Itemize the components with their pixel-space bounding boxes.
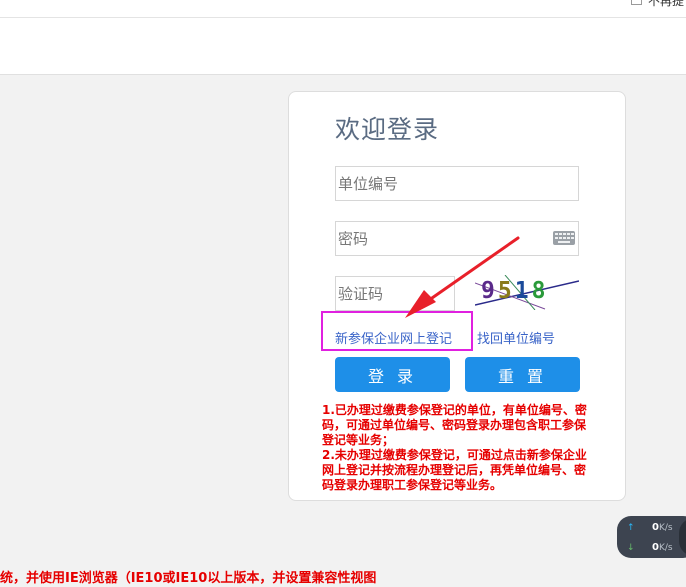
password-input[interactable]	[335, 221, 579, 256]
captcha-digit-1: 9	[481, 278, 498, 304]
upload-arrow-icon: ↑	[627, 523, 635, 533]
network-speed-widget[interactable]: ↑ 0K/s ↓ 0K/s	[617, 516, 686, 558]
captcha-image[interactable]: 9518	[475, 275, 579, 310]
upload-speed-unit: K/s	[659, 523, 673, 533]
captcha-digit-3: 1	[514, 278, 532, 304]
retrieve-unit-number-link[interactable]: 找回单位编号	[477, 328, 555, 347]
new-registration-link[interactable]: 新参保企业网上登记	[335, 328, 452, 347]
notice-item-2: 2.未办理过缴费参保登记，可通过点击新参保企业网上登记并按流程办理登记后，再凭单…	[322, 448, 587, 492]
browser-requirement-text: 统，并使用IE浏览器（IE10或IE10以上版本，并设置兼容性视图	[0, 571, 377, 586]
reset-button[interactable]: 重 置	[465, 357, 580, 392]
captcha-input[interactable]	[335, 276, 455, 311]
dont-show-checkbox[interactable]	[631, 0, 642, 5]
login-panel: 欢迎登录 9518 新参保企业网上登记 找回单位编号 登 录 重 置 1.已办理…	[288, 91, 626, 501]
unit-number-input[interactable]	[335, 166, 579, 201]
top-bar: 不再提	[0, 0, 686, 18]
notice-item-1: 1.已办理过缴费参保登记的单位，有单位编号、密码，可通过单位编号、密码登录办理包…	[322, 403, 587, 447]
dont-show-label: 不再提	[648, 0, 685, 8]
login-notice: 1.已办理过缴费参保登记的单位，有单位编号、密码，可通过单位编号、密码登录办理包…	[322, 403, 590, 493]
upload-speed-value: 0	[652, 522, 659, 533]
captcha-digit-2: 5	[497, 278, 515, 304]
login-button[interactable]: 登 录	[335, 357, 450, 392]
keyboard-icon[interactable]	[553, 231, 575, 245]
download-speed-unit: K/s	[659, 543, 673, 553]
download-speed-value: 0	[652, 542, 659, 553]
speed-ball-icon[interactable]	[679, 518, 686, 556]
login-title: 欢迎登录	[335, 115, 440, 144]
download-arrow-icon: ↓	[627, 543, 635, 553]
captcha-code: 9518	[481, 278, 548, 304]
captcha-digit-4: 8	[531, 278, 549, 304]
page-header	[0, 18, 686, 75]
